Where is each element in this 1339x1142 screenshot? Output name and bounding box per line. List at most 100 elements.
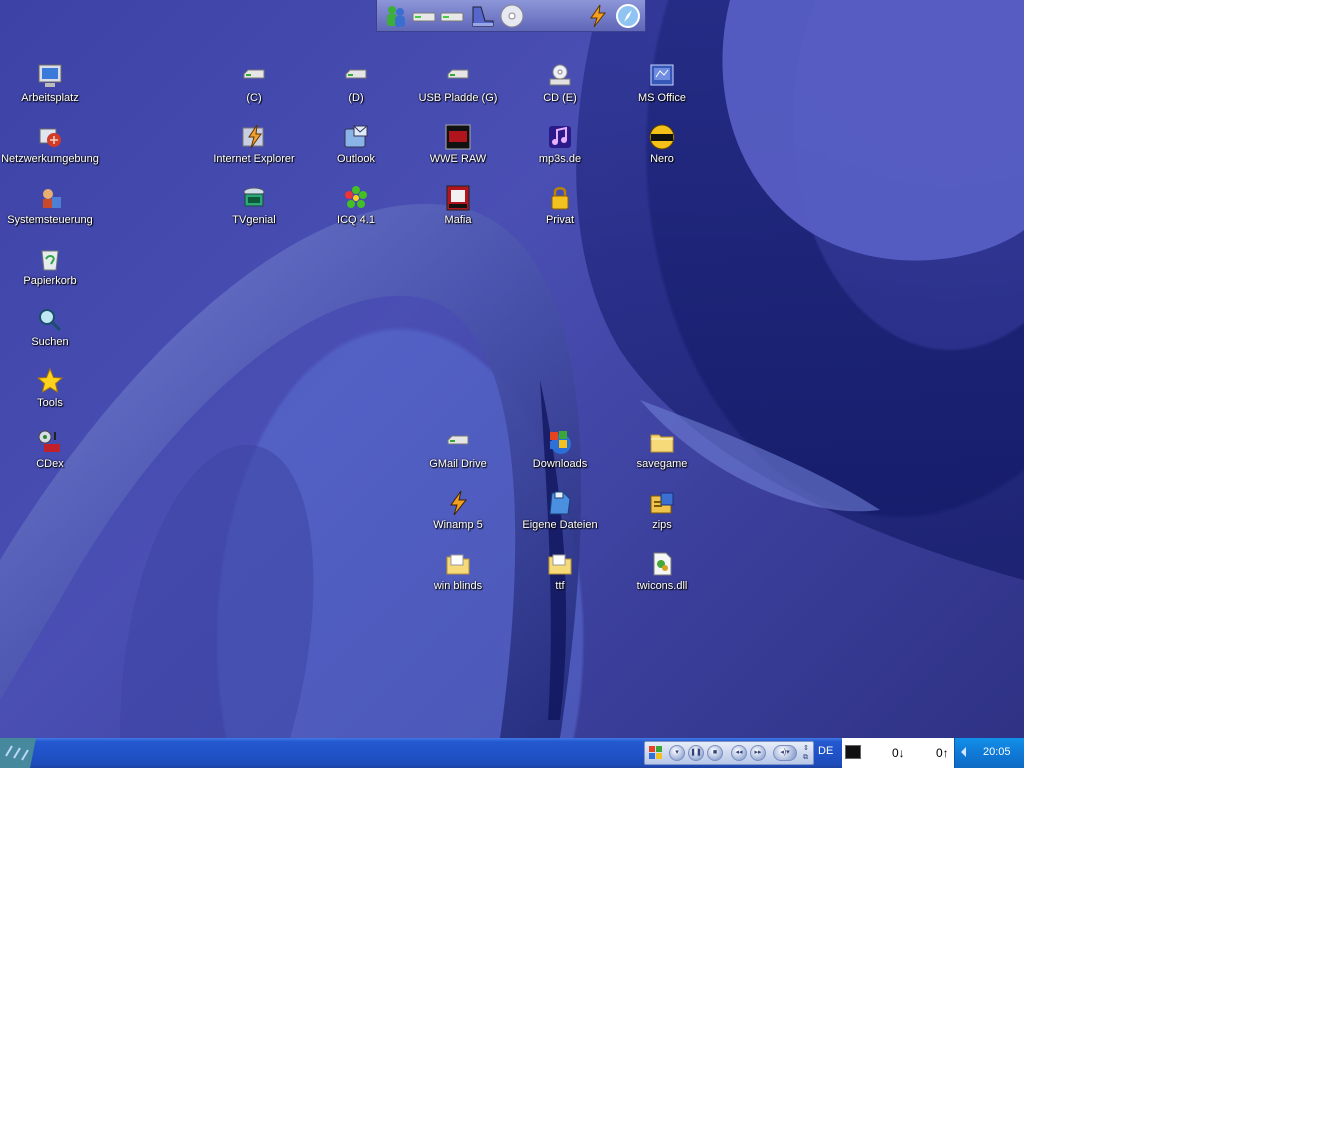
desktop-icon-label: CD (E): [543, 92, 577, 104]
desktop-icon-tools[interactable]: Tools: [0, 365, 101, 423]
desktop-icon-label: CDex: [36, 458, 64, 470]
restore-icon[interactable]: ⇕ ⧉: [803, 744, 811, 762]
desktop-icon-label: Internet Explorer: [213, 153, 295, 165]
desktop-icon-ms-office[interactable]: MS Office: [611, 60, 713, 118]
pause-icon[interactable]: ❚❚: [688, 745, 704, 761]
desktop-icon-twicons-dll[interactable]: twicons.dll: [611, 548, 713, 606]
drive-icon: [447, 69, 469, 79]
folder-icon: [548, 554, 572, 575]
desktop-icon-label: GMail Drive: [429, 458, 487, 470]
desktop-icon-label: Netzwerkumgebung: [1, 153, 99, 165]
desktop-icon-label: (C): [246, 92, 262, 104]
stop-icon[interactable]: ■: [707, 745, 723, 761]
windows-logo-icon[interactable]: [648, 745, 664, 761]
desktop-icon-label: Privat: [545, 214, 575, 226]
previous-icon[interactable]: ◂◂: [731, 745, 747, 761]
desktop-icon-label: MS Office: [637, 92, 687, 104]
desktop-icon-usb-drive[interactable]: USB Pladde (G): [407, 60, 509, 118]
scanner-icon[interactable]: [469, 3, 495, 29]
desktop-icon-nero[interactable]: Nero: [611, 121, 713, 179]
cd-icon[interactable]: [499, 3, 525, 29]
language-indicator[interactable]: DE: [818, 745, 833, 757]
desktop-icon-label: Mafia: [444, 214, 472, 226]
desktop-icon-cdex[interactable]: CDex: [0, 426, 101, 484]
raw-icon: [445, 124, 471, 150]
star-icon: [36, 367, 64, 394]
office-icon: [650, 64, 674, 86]
desktop-icon-label: Papierkorb: [23, 275, 77, 287]
desktop-icon-winamp[interactable]: Winamp 5: [407, 487, 509, 545]
show-hidden-icons-arrow-icon[interactable]: [961, 747, 966, 757]
desktop-icon-gmail-drive[interactable]: GMail Drive: [407, 426, 509, 484]
desktop-icon-win-blinds[interactable]: win blinds: [407, 548, 509, 606]
desktop-icon-ttf[interactable]: ttf: [509, 548, 611, 606]
desktop-icon-suchen[interactable]: Suchen: [0, 304, 101, 362]
search-icon: [39, 309, 62, 332]
next-icon[interactable]: ▸▸: [750, 745, 766, 761]
compass-icon[interactable]: [615, 3, 641, 29]
desktop-icon-downloads[interactable]: Downloads: [509, 426, 611, 484]
lock-icon: [551, 187, 569, 210]
msn-messenger-icon[interactable]: [383, 3, 409, 29]
desktop-icon-savegame[interactable]: savegame: [611, 426, 713, 484]
desktop-icon-label: WWE RAW: [429, 153, 487, 165]
folder-icon: [650, 434, 674, 453]
desktop-icon-drive-c[interactable]: (C): [203, 60, 305, 118]
desktop-icon-internet-explorer[interactable]: Internet Explorer: [203, 121, 305, 179]
desktop-icon-label: USB Pladde (G): [418, 92, 498, 104]
desktop-icon-zips[interactable]: zips: [611, 487, 713, 545]
clock[interactable]: 20:05: [983, 746, 1011, 758]
desktop-icon-label: zips: [652, 519, 672, 531]
desktop-icon-label: Arbeitsplatz: [21, 92, 79, 104]
desktop-icon-label: twicons.dll: [636, 580, 688, 592]
tv-icon: [243, 187, 265, 207]
desktop-icon-outlook[interactable]: Outlook: [305, 121, 407, 179]
desktop-icon-drive-d[interactable]: (D): [305, 60, 407, 118]
desktop-icon-label: TVgenial: [232, 214, 276, 226]
media-player-toolbar: ▾ ❚❚ ■ ◂◂ ▸▸ ◂)▾ ⇕ ⧉: [644, 741, 814, 765]
outlook-icon: [344, 125, 368, 148]
drive-icon: [345, 69, 367, 79]
desktop-icon-label: ICQ 4.1: [337, 214, 375, 226]
start-button[interactable]: [0, 738, 36, 768]
drive-icon[interactable]: [439, 3, 465, 29]
desktop-icon-label: Nero: [650, 153, 674, 165]
download-rate: 0↓: [892, 746, 905, 760]
desktop: Arbeitsplatz Netzwerkumgebung Systemsteu…: [0, 0, 1024, 768]
desktop-icon-label: Eigene Dateien: [522, 519, 598, 531]
desktop-icon-netzwerkumgebung[interactable]: Netzwerkumgebung: [0, 121, 101, 179]
network-meter-icon[interactable]: [845, 745, 861, 759]
drive-icon: [243, 69, 265, 79]
desktop-icon-label: mp3s.de: [538, 153, 582, 165]
ie-icon: [242, 124, 264, 149]
drive-icon: [447, 435, 469, 445]
desktop-icon-mp3s[interactable]: mp3s.de: [509, 121, 611, 179]
desktop-icon-label: Systemsteuerung: [7, 214, 93, 226]
winamp-icon[interactable]: [585, 3, 611, 29]
desktop-icon-label: Outlook: [337, 153, 375, 165]
desktop-icon-privat[interactable]: Privat: [509, 182, 611, 240]
desktop-icon-arbeitsplatz[interactable]: Arbeitsplatz: [0, 60, 101, 118]
nero-icon: [649, 124, 675, 150]
desktop-icon-label: (D): [348, 92, 364, 104]
mafia-icon: [446, 185, 470, 211]
desktop-icon-systemsteuerung[interactable]: Systemsteuerung: [0, 182, 101, 240]
cd-drive-icon: [549, 64, 571, 86]
winamp-icon: [450, 490, 468, 516]
desktop-icon-icq[interactable]: ICQ 4.1: [305, 182, 407, 240]
system-tray: 20:05: [954, 738, 1024, 768]
volume-icon[interactable]: ◂)▾: [773, 745, 797, 761]
folder-icon: [446, 554, 470, 575]
archive-icon: [650, 492, 674, 514]
desktop-icon-label: Downloads: [532, 458, 588, 470]
desktop-icon-eigene-dateien[interactable]: Eigene Dateien: [509, 487, 611, 545]
dropdown-icon[interactable]: ▾: [669, 745, 685, 761]
desktop-icon-tvgenial[interactable]: TVgenial: [203, 182, 305, 240]
desktop-icon-mafia[interactable]: Mafia: [407, 182, 509, 240]
desktop-icon-wwe-raw[interactable]: WWE RAW: [407, 121, 509, 179]
desktop-icon-papierkorb[interactable]: Papierkorb: [0, 243, 101, 301]
recycle-bin-icon: [41, 250, 59, 271]
drive-icon[interactable]: [411, 3, 437, 29]
desktop-icon-cd-drive[interactable]: CD (E): [509, 60, 611, 118]
desktop-icon-label: Suchen: [31, 336, 69, 348]
